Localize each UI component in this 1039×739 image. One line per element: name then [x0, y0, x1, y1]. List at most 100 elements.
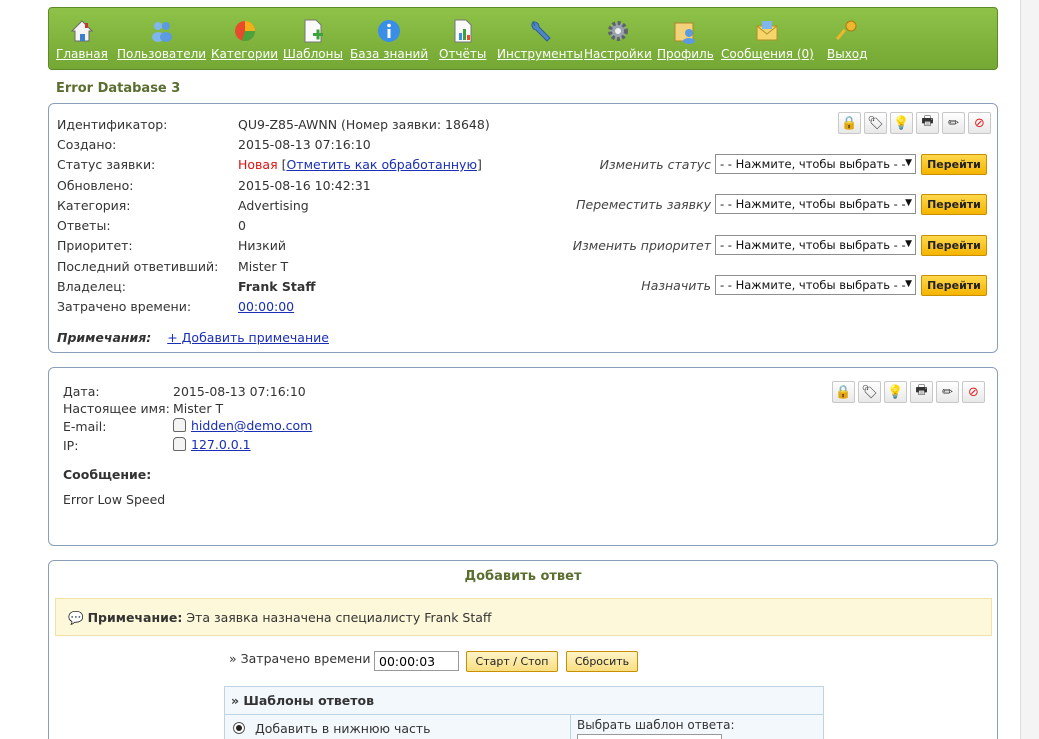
change-priority-go-button[interactable]: Перейти [921, 235, 987, 256]
nav-templates[interactable]: Шаблоны [283, 18, 343, 61]
print-icon[interactable]: 🖶 [916, 112, 939, 134]
reset-button[interactable]: Сбросить [566, 651, 638, 672]
move-ticket-select-value: - - Нажмите, чтобы выбрать - - [720, 197, 906, 211]
change-priority-select-value: - - Нажмите, чтобы выбрать - - [720, 238, 906, 252]
nav-templates-label: Шаблоны [283, 47, 343, 61]
tag-icon[interactable]: 🏷 [864, 112, 887, 134]
nav-categories[interactable]: Категории [211, 18, 278, 61]
nav-categories-label: Категории [211, 47, 279, 61]
change-priority-label: Изменить приоритет [572, 238, 711, 253]
email-label: E-mail: [63, 419, 107, 434]
add-reply-title: Добавить ответ [464, 569, 582, 584]
delete-icon[interactable]: ⊘ [962, 381, 985, 403]
real-name-label: Настоящее имя: [63, 401, 170, 416]
status-value-row: Новая [Отметить как обработанную] [238, 157, 482, 172]
nav-messages-label: Сообщения (0) [721, 47, 814, 61]
assign-go-button[interactable]: Перейти [921, 275, 987, 296]
real-name-value: Mister T [173, 401, 224, 416]
lock-icon[interactable]: 🔒 [832, 381, 855, 403]
nav-logout-label: Выход [827, 47, 868, 61]
template-add-icon [304, 19, 323, 43]
reply-time-input[interactable] [374, 651, 459, 671]
owner-label: Владелец: [57, 279, 126, 294]
delete-icon[interactable]: ⊘ [968, 112, 991, 134]
assign-select[interactable]: - - Нажмите, чтобы выбрать - - ▼ [715, 275, 916, 295]
id-label: Идентификатор: [57, 117, 168, 132]
move-ticket-go-button[interactable]: Перейти [921, 194, 987, 215]
hand-icon [173, 437, 186, 451]
replies-label: Ответы: [57, 218, 111, 233]
nav-settings[interactable]: Настройки [584, 18, 652, 61]
main-navigation: Главная Пользователи Категории Шаблоны Б… [48, 7, 998, 70]
nav-knowledgebase[interactable]: База знаний [350, 18, 428, 61]
message-toolbar: 🔒 🏷 💡 🖶 ✏ ⊘ [832, 381, 985, 403]
ticket-title: Error Database 3 [56, 81, 181, 96]
replies-value: 0 [238, 218, 246, 233]
lock-icon[interactable]: 🔒 [838, 112, 861, 134]
mark-resolved-link[interactable]: Отметить как обработанную [286, 157, 477, 172]
move-ticket-select[interactable]: - - Нажмите, чтобы выбрать - - ▼ [715, 194, 916, 214]
date-label: Дата: [63, 384, 100, 399]
nav-knowledgebase-label: База знаний [350, 47, 429, 61]
home-icon [70, 20, 94, 42]
ip-label: IP: [63, 438, 79, 453]
change-status-select-value: - - Нажмите, чтобы выбрать - - [720, 157, 906, 171]
notes-row: Примечания: + Добавить примечание [57, 330, 329, 345]
divider [570, 715, 571, 739]
category-label: Категория: [57, 198, 131, 213]
ticket-toolbar: 🔒 🏷 💡 🖶 ✏ ⊘ [838, 112, 991, 134]
priority-label: Приоритет: [57, 238, 133, 253]
add-reply-panel: Добавить ответ 💬 Примечание: Эта заявка … [48, 560, 998, 739]
nav-tools-label: Инструменты [497, 47, 583, 61]
status-label: Статус заявки: [57, 157, 156, 172]
nav-home[interactable]: Главная [56, 18, 108, 61]
date-value: 2015-08-13 07:16:10 [173, 384, 306, 399]
created-label: Создано: [57, 137, 117, 152]
nav-messages[interactable]: Сообщения (0) [721, 18, 814, 61]
nav-profile-label: Профиль [657, 47, 714, 61]
nav-logout[interactable]: Выход [827, 18, 867, 61]
note-bold-label: Примечание: [87, 610, 183, 625]
nav-users[interactable]: Пользователи [117, 18, 206, 61]
tag-icon[interactable]: 🏷 [858, 381, 881, 403]
change-status-go-button[interactable]: Перейти [921, 154, 987, 175]
template-select[interactable] [577, 734, 722, 739]
add-note-link[interactable]: + Добавить примечание [167, 330, 329, 345]
info-icon [378, 20, 401, 42]
mail-icon [756, 21, 778, 41]
change-priority-select[interactable]: - - Нажмите, чтобы выбрать - - ▼ [715, 235, 916, 255]
updated-value: 2015-08-16 10:42:31 [238, 178, 371, 193]
radio-selected-icon [233, 722, 245, 734]
nav-profile[interactable]: Профиль [657, 18, 714, 61]
chevron-down-icon: ▼ [905, 279, 912, 289]
add-bottom-radio[interactable]: Добавить в нижнюю часть [233, 721, 431, 736]
message-label: Сообщение: [63, 467, 152, 482]
wrench-icon [531, 21, 551, 42]
email-link[interactable]: hidden@demo.com [191, 418, 312, 433]
status-badge: Новая [238, 157, 278, 172]
time-spent-label: Затрачено времени: [57, 299, 192, 314]
scrollbar[interactable] [1020, 0, 1039, 739]
updated-label: Обновлено: [57, 178, 134, 193]
notes-label: Примечания: [57, 330, 152, 345]
nav-tools[interactable]: Инструменты [497, 18, 583, 61]
start-stop-button[interactable]: Старт / Стоп [466, 651, 558, 672]
ip-link[interactable]: 127.0.0.1 [191, 437, 251, 452]
ticket-info-panel: Идентификатор: QU9-Z85-AWNN (Номер заявк… [48, 103, 998, 353]
move-ticket-label: Переместить заявку [576, 197, 711, 212]
assignment-note: 💬 Примечание: Эта заявка назначена специ… [55, 598, 992, 636]
key-icon [836, 20, 857, 41]
lightbulb-icon[interactable]: 💡 [884, 381, 907, 403]
priority-value: Низкий [238, 238, 286, 253]
add-bottom-label: Добавить в нижнюю часть [254, 721, 431, 736]
change-status-select[interactable]: - - Нажмите, чтобы выбрать - - ▼ [715, 154, 916, 174]
nav-reports[interactable]: Отчёты [439, 18, 486, 61]
time-spent-link[interactable]: 00:00:00 [238, 299, 294, 314]
lightbulb-icon[interactable]: 💡 [890, 112, 913, 134]
print-icon[interactable]: 🖶 [910, 381, 933, 403]
nav-reports-label: Отчёты [439, 47, 487, 61]
id-value: QU9-Z85-AWNN (Номер заявки: 18648) [238, 117, 490, 132]
assign-label: Назначить [641, 278, 711, 293]
edit-icon[interactable]: ✏ [942, 112, 965, 134]
edit-icon[interactable]: ✏ [936, 381, 959, 403]
